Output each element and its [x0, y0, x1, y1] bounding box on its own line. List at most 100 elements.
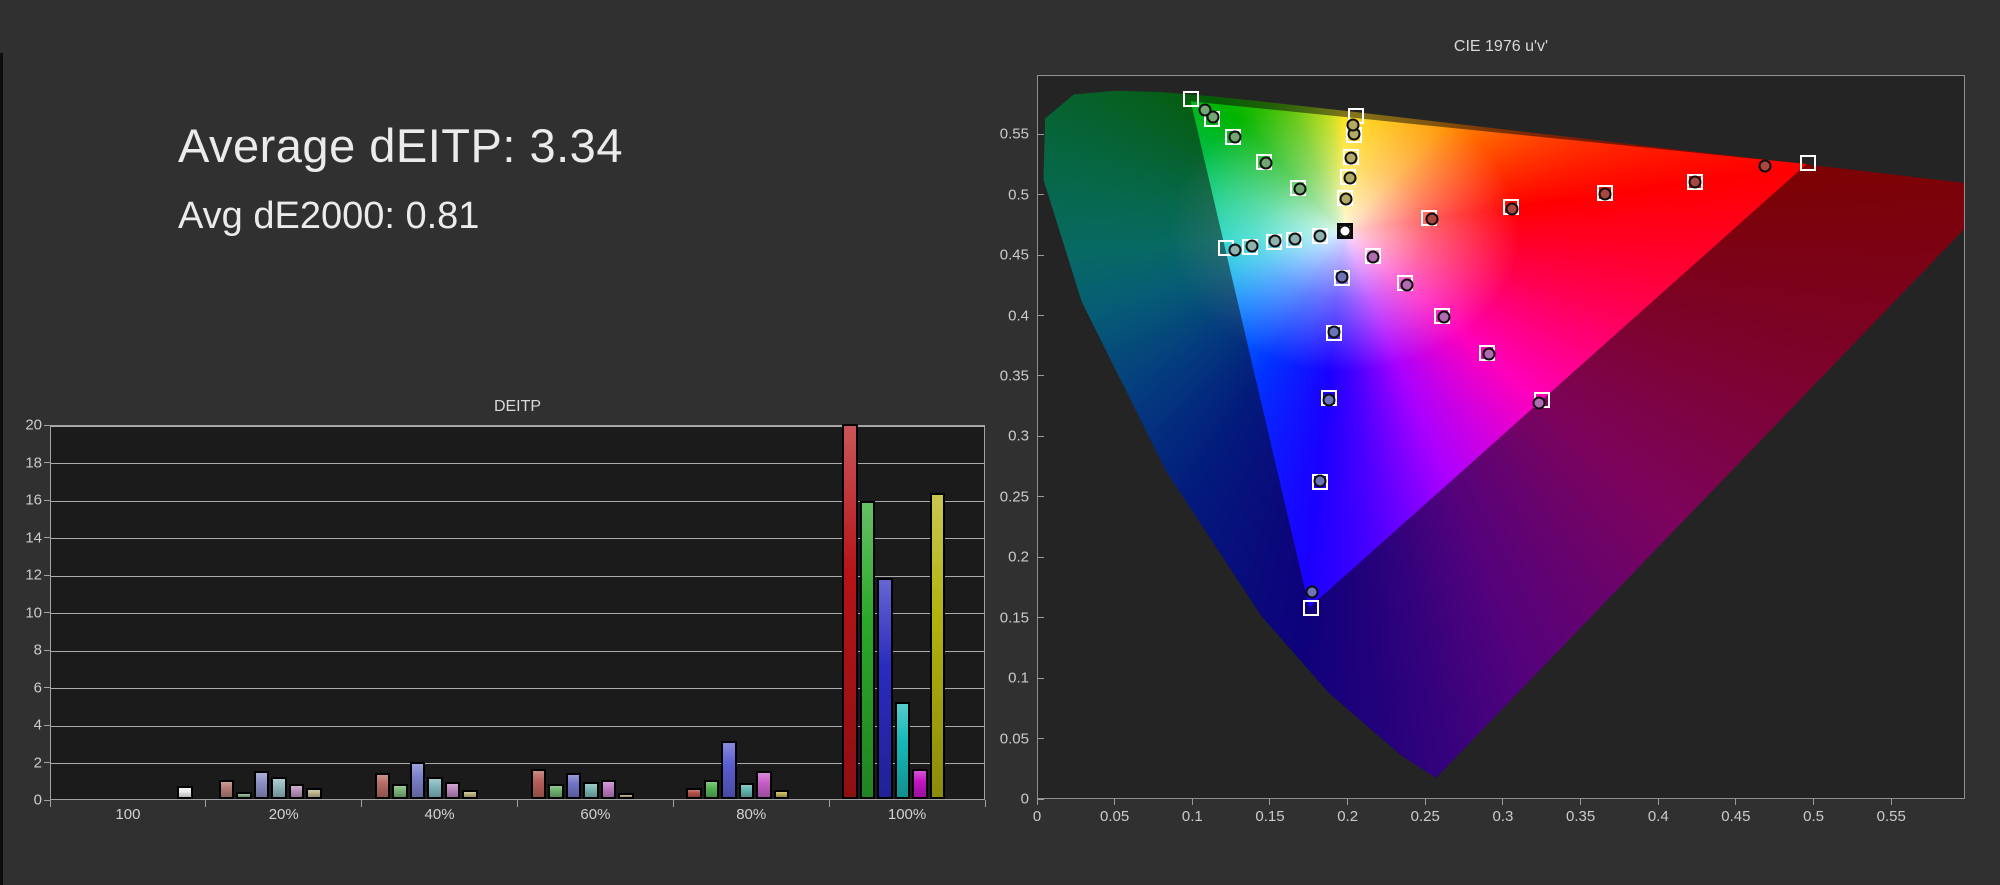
y-axis-tick: [44, 574, 50, 576]
cie-measured-red-80: [1688, 175, 1702, 189]
bar-100%-blue: [877, 577, 893, 799]
y-axis-tick: [44, 762, 50, 763]
cie-y-tick: [1037, 617, 1044, 619]
cie-measured-yellow-20: [1339, 192, 1353, 206]
cie-measured-yellow-40: [1343, 171, 1356, 185]
y-axis-tick: [44, 612, 50, 613]
x-axis-label-100: 100: [115, 806, 141, 823]
cie-x-tick: [1424, 798, 1426, 805]
cie-measured-magenta-20: [1366, 250, 1380, 264]
cie-y-label: 0.25: [999, 488, 1029, 506]
bar-20%-green: [236, 791, 252, 799]
y-axis-label: 18: [25, 454, 42, 471]
deitp-bar-chart: [50, 424, 985, 800]
avg-deitp-text: Average dEITP: 3.34: [178, 119, 623, 172]
bar-60%-cyan: [583, 782, 599, 799]
bar-shine: [705, 782, 718, 797]
y-axis-label: 20: [25, 416, 42, 434]
calibration-report: Average dEITP: 3.34 Avg dE2000: 0.81 DEI…: [0, 0, 2000, 885]
bar-40%-red: [374, 772, 391, 799]
cie-x-tick: [1735, 798, 1737, 805]
bar-100%-green: [859, 500, 876, 799]
cie-y-tick: [1037, 798, 1044, 800]
y-axis-label: 12: [25, 566, 42, 584]
bar-shine: [879, 579, 891, 797]
x-axis-label-60%: 60%: [580, 806, 611, 823]
bar-shine: [220, 782, 233, 797]
cie-target-blue-100: [1302, 599, 1319, 616]
bar-shine: [723, 742, 735, 797]
cie-x-label: 0.1: [1181, 808, 1203, 825]
cie-y-tick: [1037, 133, 1044, 135]
cie-y-label: 0.1: [1008, 669, 1029, 687]
x-axis-tick: [49, 800, 51, 807]
bar-20%-blue: [253, 770, 270, 799]
cie-1976-diagram: [1037, 75, 1965, 799]
bar-shine: [255, 772, 268, 797]
cie-x-tick: [1114, 798, 1116, 805]
bar-80%-green: [703, 780, 720, 799]
y-axis-label: 4: [33, 716, 42, 734]
cie-x-tick: [1813, 798, 1815, 805]
bar-40%-yellow: [462, 789, 478, 799]
x-axis-tick: [672, 800, 674, 807]
cie-y-tick: [1037, 738, 1044, 740]
bar-shine: [550, 786, 562, 797]
bar-60%-green: [548, 784, 564, 799]
bar-shine: [620, 795, 632, 797]
bar-shine: [464, 791, 476, 797]
x-axis-label-40%: 40%: [424, 806, 455, 823]
y-axis-label: 0: [33, 791, 42, 809]
bar-shine: [179, 787, 191, 797]
bar-60%-magenta: [600, 780, 616, 799]
cie-measured-cyan-40: [1288, 232, 1302, 246]
cie-measured-yellow-100: [1346, 118, 1360, 132]
bar-20%-cyan: [271, 776, 287, 799]
bar-shine: [238, 793, 250, 797]
bar-shine: [429, 778, 441, 797]
cie-y-label: 0.3: [1008, 427, 1029, 445]
bar-40%-green: [392, 784, 408, 799]
cie-y-tick: [1037, 375, 1044, 377]
cie-measured-red-20: [1425, 212, 1439, 226]
cie-measured-green-100: [1198, 103, 1212, 117]
y-axis-tick: [44, 687, 50, 688]
bar-shine: [688, 789, 700, 797]
y-axis-label: 6: [33, 679, 42, 696]
bar-shine: [740, 785, 753, 797]
bar-shine: [308, 789, 320, 797]
cie-measured-white-point: [1338, 224, 1352, 238]
cie-chart-title: CIE 1976 u'v': [1453, 38, 1549, 55]
cie-y-tick: [1037, 677, 1044, 679]
cie-y-label: 0.4: [1008, 307, 1029, 325]
bar-100%-magenta: [912, 769, 928, 799]
cie-y-label: 0.15: [999, 609, 1029, 627]
bar-shine: [290, 786, 303, 797]
x-axis-label-100%: 100%: [887, 806, 927, 823]
cie-measured-red-60: [1598, 187, 1612, 201]
y-axis-tick: [44, 499, 50, 501]
y-axis-label: 16: [25, 491, 42, 509]
bar-40%-magenta: [444, 782, 461, 799]
bar-shine: [775, 791, 788, 797]
bar-100%-red: [842, 424, 858, 799]
bar-60%-yellow: [618, 793, 634, 799]
cie-target-green-100: [1182, 90, 1199, 107]
cie-x-label: 0.05: [1100, 808, 1130, 825]
bar-20%-yellow: [306, 787, 322, 799]
cie-x-label: 0: [1032, 808, 1042, 825]
cie-measured-cyan-20: [1313, 229, 1327, 243]
cie-measured-blue-40: [1327, 325, 1341, 339]
cie-x-label: 0.3: [1492, 808, 1514, 825]
bar-20%-red: [218, 780, 235, 799]
cie-measured-blue-20: [1335, 270, 1349, 284]
cie-measured-magenta-60: [1437, 310, 1451, 324]
avg-de2000-text: Avg dE2000: 0.81: [178, 195, 480, 237]
cie-measured-cyan-80: [1245, 239, 1259, 253]
cie-measured-cyan-60: [1268, 234, 1282, 248]
bar-shine: [914, 771, 926, 797]
bar-shine: [931, 495, 944, 797]
y-axis-label: 14: [25, 529, 42, 546]
cie-measured-red-40: [1505, 202, 1519, 216]
cie-y-label: 0.55: [999, 125, 1029, 143]
